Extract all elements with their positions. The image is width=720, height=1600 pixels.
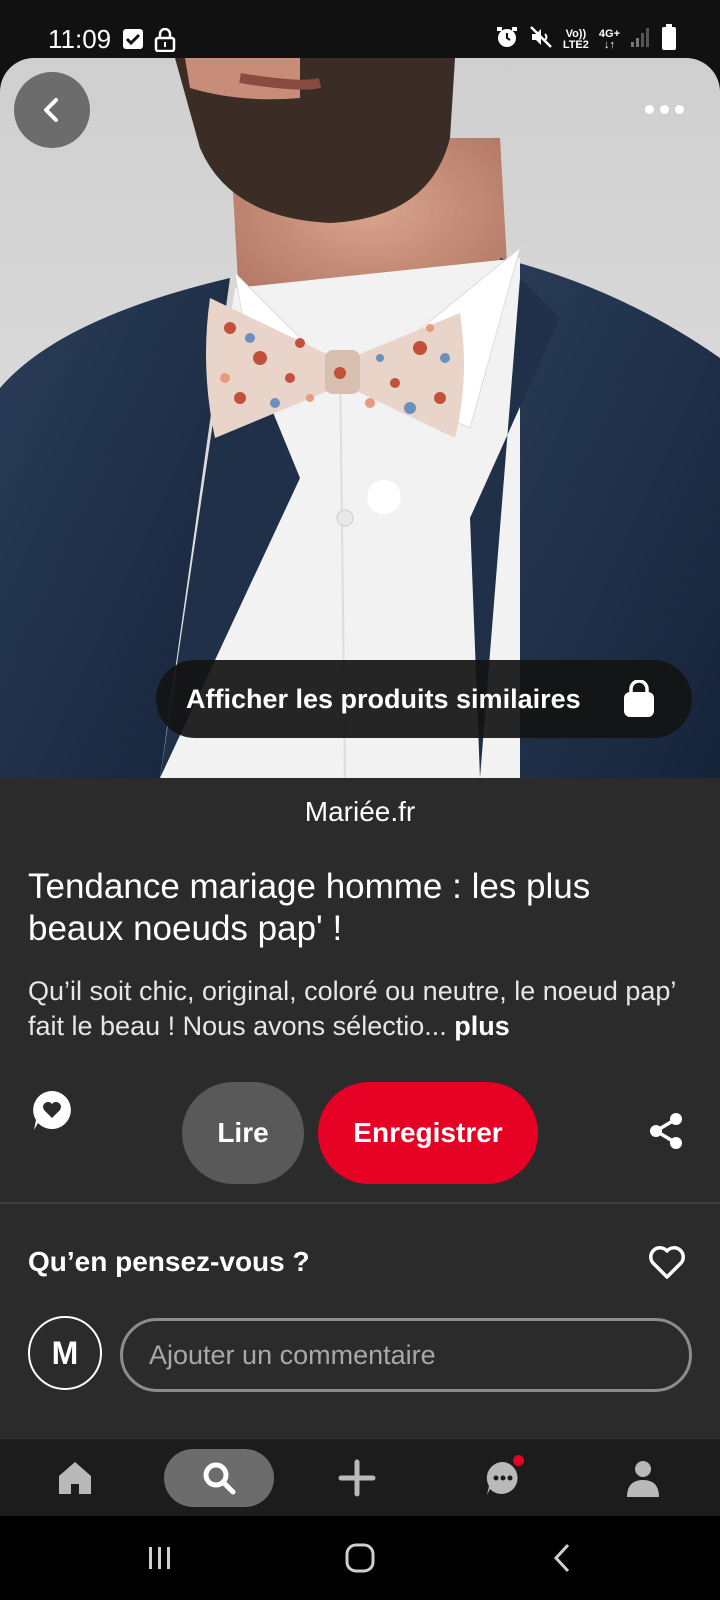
alarm-icon xyxy=(495,25,519,54)
comments-question: Qu’en pensez-vous ? xyxy=(28,1246,310,1277)
recent-apps-button[interactable] xyxy=(146,1544,174,1577)
nav-profile[interactable] xyxy=(618,1449,668,1507)
more-dot-icon xyxy=(659,104,669,114)
back-button[interactable] xyxy=(14,72,90,148)
read-button[interactable]: Lire xyxy=(182,1082,304,1184)
nav-search[interactable] xyxy=(164,1449,274,1507)
network-label: 4G+ xyxy=(598,27,620,40)
share-icon[interactable] xyxy=(648,1112,684,1155)
recent-apps-icon xyxy=(149,1547,170,1569)
search-icon xyxy=(203,1462,236,1495)
heart-icon[interactable] xyxy=(648,1246,686,1285)
nav-create[interactable] xyxy=(332,1449,382,1507)
lte-label: LTE2 xyxy=(562,38,589,51)
pin-card: Afficher les produits similaires Mariée.… xyxy=(0,58,720,1438)
chevron-left-icon xyxy=(44,98,58,122)
plus-icon xyxy=(338,1459,376,1497)
status-right-icons: Vo)) LTE2 4G+ ↓↑ xyxy=(495,24,676,55)
pin-description: Qu’il soit chic, original, coloré ou neu… xyxy=(28,974,692,1044)
volte-indicator: Vo)) LTE2 xyxy=(562,27,589,51)
home-system-button[interactable] xyxy=(344,1542,376,1579)
signal-icon xyxy=(630,26,652,53)
more-options-button[interactable] xyxy=(634,86,694,132)
lock-icon xyxy=(154,27,176,57)
battery-icon xyxy=(662,24,676,55)
bottom-nav xyxy=(0,1438,720,1517)
data-arrows-icon: ↓↑ xyxy=(603,38,615,51)
save-button[interactable]: Enregistrer xyxy=(318,1082,538,1184)
network-indicator: 4G+ ↓↑ xyxy=(598,27,620,51)
comment-bubble-icon[interactable] xyxy=(30,1088,74,1132)
avatar[interactable]: M xyxy=(28,1316,102,1390)
mute-icon xyxy=(529,25,553,54)
notification-dot xyxy=(513,1455,524,1466)
similar-products-label: Afficher les produits similaires xyxy=(186,683,581,714)
nav-messages[interactable] xyxy=(478,1449,528,1507)
pin-image[interactable]: Afficher les produits similaires xyxy=(0,58,720,778)
similar-products-button[interactable]: Afficher les produits similaires xyxy=(156,660,692,738)
more-dot-icon xyxy=(674,104,684,114)
more-dot-icon xyxy=(644,104,654,114)
checkbox-notification-icon xyxy=(122,28,144,57)
home-icon xyxy=(59,1462,91,1494)
volte-label: Vo)) xyxy=(565,27,587,40)
divider xyxy=(0,1202,720,1204)
back-chevron-icon xyxy=(553,1543,570,1573)
pin-title: Tendance mariage homme : les plus beaux … xyxy=(28,867,591,948)
system-nav-bar xyxy=(0,1516,720,1600)
visual-search-dot[interactable] xyxy=(367,480,401,514)
shopping-bag-icon xyxy=(622,679,656,723)
pin-description-text: Qu’il soit chic, original, coloré ou neu… xyxy=(28,976,676,1041)
profile-icon xyxy=(627,1461,659,1497)
status-left-icons xyxy=(122,27,176,57)
system-back-button[interactable] xyxy=(550,1542,574,1579)
status-time: 11:09 xyxy=(48,24,112,54)
nav-home[interactable] xyxy=(50,1449,100,1507)
more-link[interactable]: plus xyxy=(454,1011,510,1041)
comment-input[interactable] xyxy=(120,1318,692,1392)
home-square-icon xyxy=(345,1543,375,1573)
pin-source[interactable]: Mariée.fr xyxy=(0,796,720,828)
